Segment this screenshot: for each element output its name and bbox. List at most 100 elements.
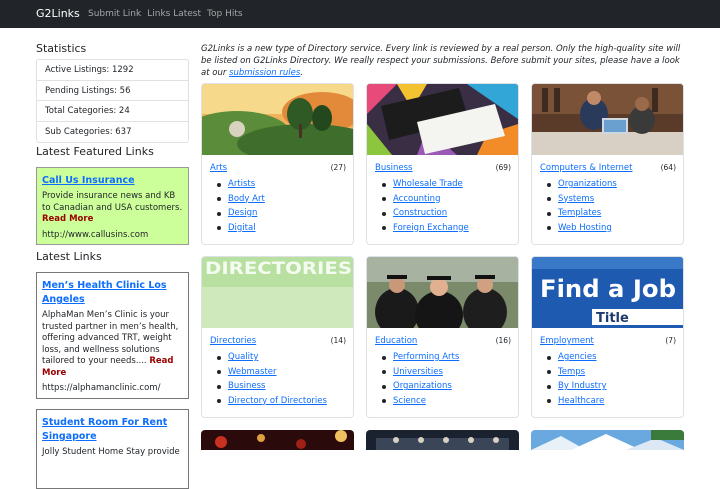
latest-link-description: Jolly Student Home Stay provide [42,447,180,457]
title-field-image-text: Title [596,311,629,326]
category-link-employment[interactable]: Employment [540,336,594,346]
subcategory-link[interactable]: Design [228,208,257,218]
subcategory-link[interactable]: Science [393,396,426,406]
category-card-business: Business (69) Wholesale Trade Accounting… [366,83,519,245]
submission-rules-link[interactable]: submission rules [229,68,300,78]
subcategory-link[interactable]: Universities [393,367,443,377]
subcategory-link[interactable]: By Industry [558,381,607,391]
subcategory-link[interactable]: Construction [393,208,447,218]
list-item: Organizations [544,177,617,192]
subcategory-link[interactable]: Organizations [558,179,617,189]
featured-read-more-link[interactable]: Read More [42,214,183,226]
subcategory-list: Wholesale Trade Accounting Construction … [379,177,469,235]
stat-total-categories: Total Categories: 24 [37,101,188,122]
subcategory-link[interactable]: Performing Arts [393,352,459,362]
list-item: Healthcare [544,394,607,409]
featured-link-title[interactable]: Call Us Insurance [42,174,183,188]
directories-image[interactable]: DIRECTORIES [202,257,353,328]
category-link-business[interactable]: Business [375,163,412,173]
subcategory-link[interactable]: Body Art [228,194,265,204]
subcategory-link[interactable]: Quality [228,352,258,362]
list-item: Body Art [214,192,265,207]
subcategory-link[interactable]: Systems [558,194,594,204]
intro-text: G2Links is a new type of Directory servi… [201,43,681,79]
list-item: By Industry [544,379,607,394]
computers-image[interactable] [532,84,683,155]
brand-logo[interactable]: G2Links [36,7,80,20]
nav-links-latest[interactable]: Links Latest [147,9,201,19]
stat-sub-categories: Sub Categories: 637 [45,126,132,137]
education-image[interactable] [367,257,518,328]
category-count: (14) [330,336,346,345]
subcategory-list: Agencies Temps By Industry Healthcare [544,350,607,408]
subcategory-link[interactable]: Healthcare [558,396,604,406]
list-item: Accounting [379,192,469,207]
subcategory-link[interactable]: Webmaster [228,367,277,377]
list-item: Wholesale Trade [379,177,469,192]
list-item: Web Hosting [544,221,617,236]
subcategory-link[interactable]: Templates [558,208,601,218]
list-item: Temps [544,365,607,380]
employment-image[interactable]: Find a Job Title [532,257,683,328]
category-card-image-partial[interactable] [531,430,684,450]
category-count: (27) [330,163,346,172]
featured-links-heading: Latest Featured Links [36,145,154,158]
subcategory-link[interactable]: Temps [558,367,585,377]
subcategory-list: Performing Arts Universities Organizatio… [379,350,459,408]
category-link-arts[interactable]: Arts [210,163,227,173]
category-card-employment: Find a Job Title Employment (7) Agencies… [531,256,684,418]
featured-link-body: Provide insurance news and KB to Canadia… [42,191,183,213]
statistics-list: Active Listings: 1292 Pending Listings: … [36,59,189,143]
list-item: Organizations [379,379,459,394]
category-card-education: Education (16) Performing Arts Universit… [366,256,519,418]
category-link-directories[interactable]: Directories [210,336,256,346]
subcategory-link[interactable]: Foreign Exchange [393,223,469,233]
subcategory-link[interactable]: Directory of Directories [228,396,327,406]
subcategory-list: Organizations Systems Templates Web Host… [544,177,617,235]
find-a-job-image-text: Find a Job [540,275,676,303]
subcategory-link[interactable]: Organizations [393,381,452,391]
category-card-image-partial[interactable] [201,430,354,450]
featured-link-url: http://www.callusins.com [42,229,149,240]
category-card-image-partial[interactable] [366,430,519,450]
subcategory-link[interactable]: Digital [228,223,256,233]
category-count: (64) [660,163,676,172]
latest-link-title[interactable]: Student Room For Rent Singapore [42,416,183,444]
nav-links: Submit Link Links Latest Top Hits [88,9,243,19]
nav-top-hits[interactable]: Top Hits [207,9,243,19]
list-item: Directory of Directories [214,394,327,409]
category-count: (7) [665,336,676,345]
list-item: Foreign Exchange [379,221,469,236]
business-image[interactable] [367,84,518,155]
list-item: Design [214,206,265,221]
list-item: Digital [214,221,265,236]
subcategory-link[interactable]: Business [228,381,265,391]
list-item: Universities [379,365,459,380]
intro-end: . [300,68,303,78]
arts-image[interactable] [202,84,353,155]
category-link-computers[interactable]: Computers & Internet [540,163,632,173]
top-navbar: G2Links Submit Link Links Latest Top Hit… [0,0,720,28]
featured-link-description: Provide insurance news and KB to Canadia… [42,191,183,226]
category-card-arts: Arts (27) Artists Body Art Design Digita… [201,83,354,245]
category-link-education[interactable]: Education [375,336,417,346]
category-card-computers: Computers & Internet (64) Organizations … [531,83,684,245]
subcategory-link[interactable]: Artists [228,179,255,189]
list-item: Systems [544,192,617,207]
directories-image-text: DIRECTORIES [205,259,352,279]
latest-link-card: Student Room For Rent Singapore Jolly St… [36,409,189,489]
subcategory-link[interactable]: Web Hosting [558,223,612,233]
latest-link-title[interactable]: Men’s Health Clinic Los Angeles [42,279,183,307]
subcategory-link[interactable]: Wholesale Trade [393,179,463,189]
list-item: Artists [214,177,265,192]
list-item: Agencies [544,350,607,365]
stat-pending-listings: Pending Listings: 56 [37,81,188,101]
subcategory-link[interactable]: Accounting [393,194,440,204]
list-item: Science [379,394,459,409]
list-item: Templates [544,206,617,221]
nav-submit-link[interactable]: Submit Link [88,9,141,19]
subcategory-link[interactable]: Agencies [558,352,597,362]
list-item: Quality [214,350,327,365]
featured-link-card: Call Us Insurance Provide insurance news… [36,167,189,245]
stat-active-listings: Active Listings: 1292 [37,60,188,81]
